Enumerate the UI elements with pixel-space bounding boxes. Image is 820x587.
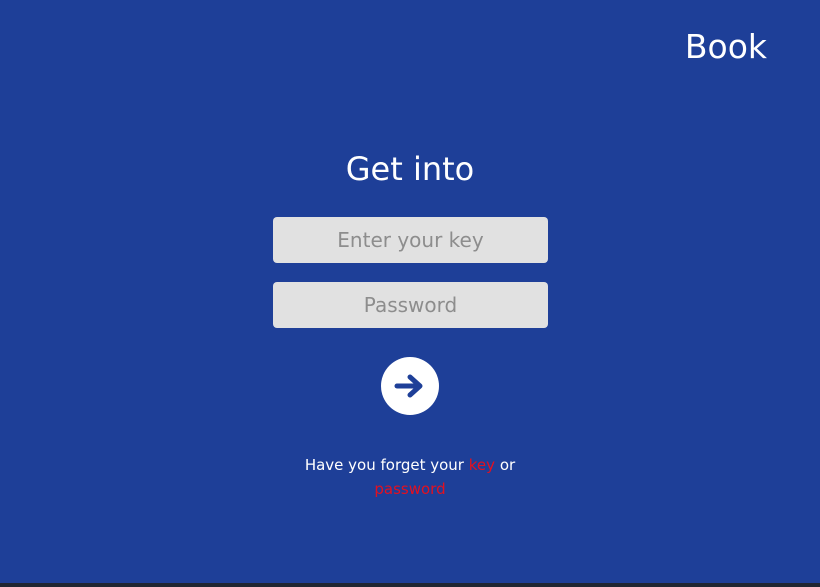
login-page: Book Get into Have you forget your key o…	[0, 0, 820, 587]
forgot-help-text: Have you forget your key or password	[0, 453, 820, 501]
forgot-key-link[interactable]: key	[469, 456, 495, 474]
key-input[interactable]	[273, 217, 548, 263]
forgot-password-link[interactable]: password	[374, 480, 445, 498]
help-or: or	[499, 456, 516, 474]
help-prefix: Have you forget your	[304, 456, 464, 474]
arrow-right-icon	[394, 373, 426, 399]
password-input[interactable]	[273, 282, 548, 328]
brand-title: Book	[684, 27, 767, 66]
submit-button[interactable]	[381, 357, 439, 415]
page-title: Get into	[345, 150, 475, 188]
bottom-bar	[0, 583, 820, 587]
